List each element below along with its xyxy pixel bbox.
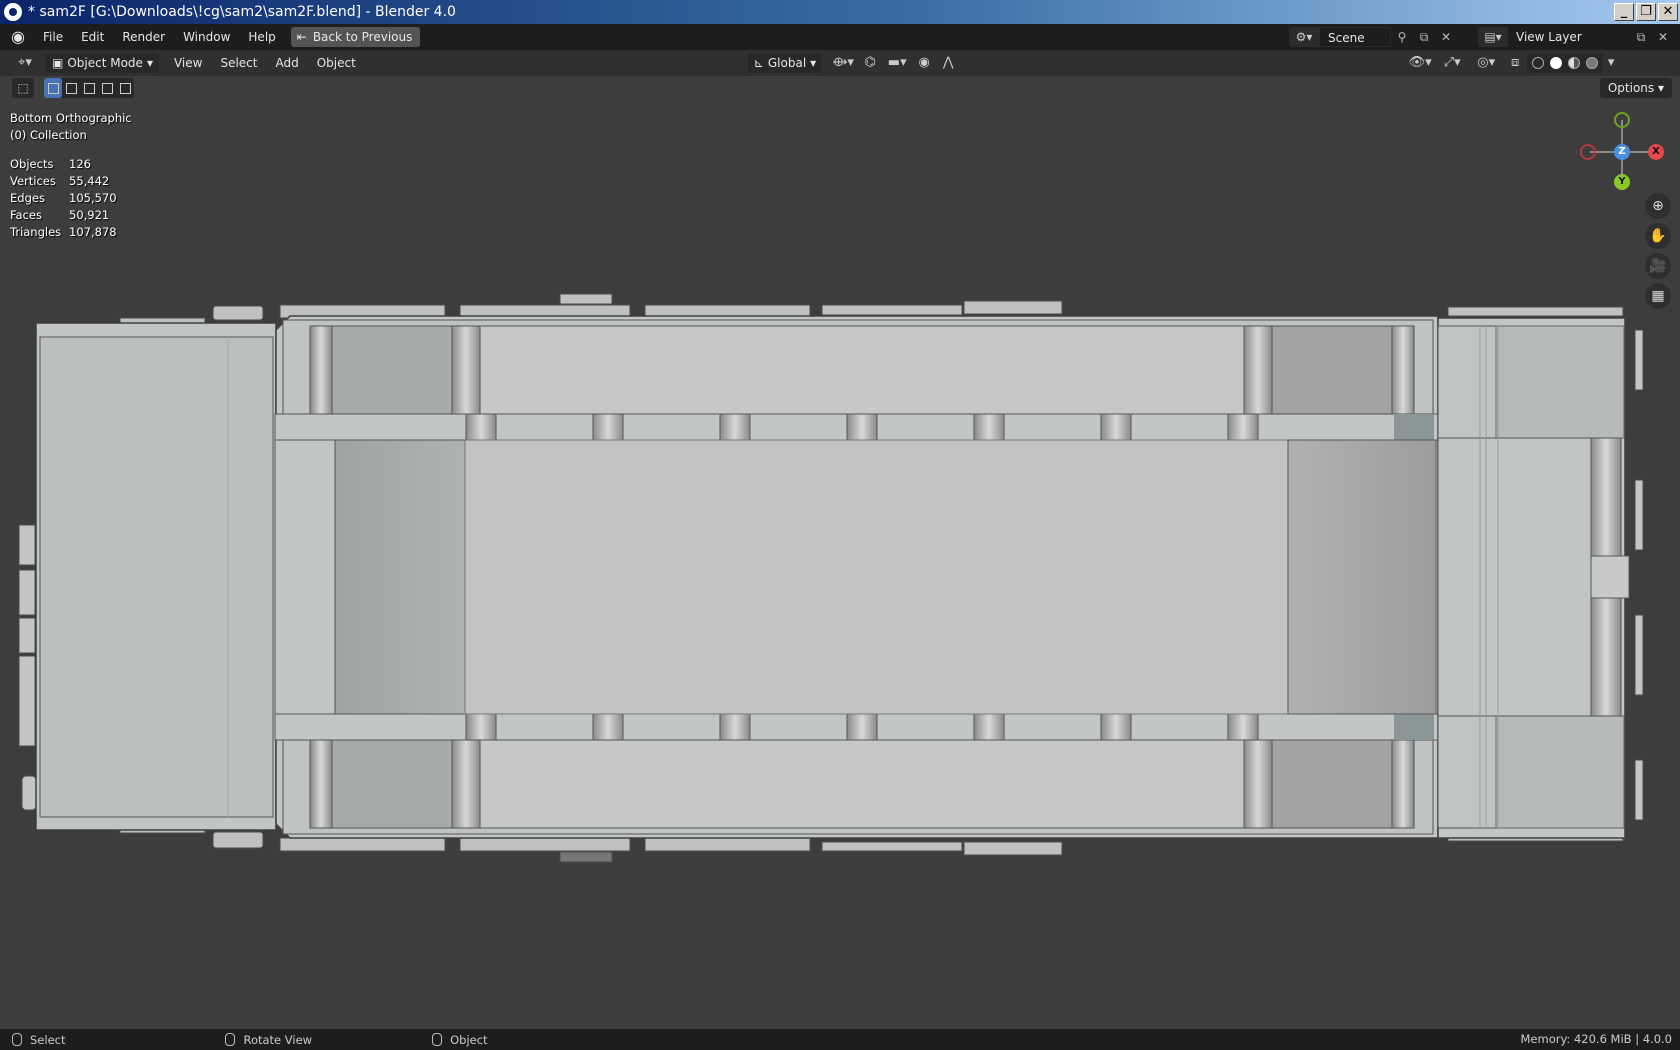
orientation-axes-icon: ⊾ (753, 56, 764, 70)
menu-help[interactable]: Help (239, 24, 284, 50)
view-layer-selector: ▤▾ View Layer ⧉ ✕ (1478, 27, 1674, 47)
back-arrow-icon: ⇤ (296, 30, 307, 44)
stat-row: Objects 126 (10, 156, 117, 173)
camera-view-icon[interactable]: 🎥 (1645, 253, 1671, 279)
snap-toggle-icon[interactable]: ⌬ (858, 53, 882, 73)
new-view-layer-icon[interactable]: ⧉ (1630, 27, 1652, 47)
shading-modes (1527, 53, 1604, 73)
viewport-overlay-info: Bottom Orthographic (0) Collection (10, 110, 132, 144)
falloff-icon[interactable]: ⋀ (936, 53, 960, 73)
delete-scene-icon[interactable]: ✕ (1435, 27, 1457, 47)
gizmo-toggle-icon[interactable]: ⤢▾ (1435, 53, 1469, 73)
visibility-icon[interactable]: 👁▾ (1405, 53, 1435, 73)
toggle-perspective-icon[interactable]: ▦ (1645, 283, 1671, 309)
viewport-menu-add[interactable]: Add (266, 56, 307, 70)
view-layer-name-field[interactable]: View Layer (1508, 27, 1630, 47)
stat-value: 50,921 (69, 208, 110, 222)
gizmo-x-negative[interactable] (1580, 144, 1596, 160)
orientation-label: Global (767, 56, 807, 70)
collection-name: (0) Collection (10, 128, 87, 142)
stat-value: 107,878 (69, 225, 117, 239)
pivot-point-icon[interactable]: ⟴▾ (828, 53, 858, 73)
pin-icon[interactable]: ⚲ (1391, 27, 1413, 47)
gizmo-y-positive[interactable]: Y (1614, 174, 1630, 190)
view-layer-browse-icon[interactable]: ▤▾ (1478, 27, 1508, 47)
menu-file[interactable]: File (34, 24, 72, 50)
status-object-label: Object (450, 1032, 488, 1047)
stat-value: 55,442 (69, 174, 110, 188)
mouse-middle-icon (225, 1033, 236, 1046)
zoom-icon[interactable]: ⊕ (1645, 193, 1671, 219)
blender-menu-icon[interactable]: ◉ (8, 27, 28, 47)
back-to-previous-button[interactable]: ⇤ Back to Previous (290, 27, 421, 47)
mouse-left-icon (12, 1033, 22, 1046)
solid-shading-icon[interactable] (1547, 53, 1565, 73)
viewport-menu-view[interactable]: View (165, 56, 211, 70)
gizmo-y-negative[interactable] (1614, 112, 1630, 128)
stat-label: Edges (10, 191, 45, 205)
status-select-label: Select (30, 1032, 66, 1047)
editor-type-icon[interactable]: ⌖▾ (10, 53, 40, 73)
viewport-header: ⌖▾ ▣ Object Mode ▾ View Select Add Objec… (0, 50, 1680, 76)
stat-value: 105,570 (69, 191, 117, 205)
blender-logo-icon (4, 3, 22, 21)
viewport-menu-object[interactable]: Object (308, 56, 365, 70)
delete-view-layer-icon[interactable]: ✕ (1652, 27, 1674, 47)
scene-name-field[interactable]: Scene (1319, 27, 1391, 47)
viewport-menu-select[interactable]: Select (211, 56, 266, 70)
proportional-edit-icon[interactable]: ◉ (912, 53, 936, 73)
material-shading-icon[interactable] (1565, 53, 1583, 73)
gizmo-z-positive[interactable]: Z (1614, 144, 1630, 160)
status-rotate-label: Rotate View (243, 1032, 313, 1047)
gizmo-x-positive[interactable]: X (1648, 144, 1664, 160)
close-button[interactable]: ✕ (1658, 3, 1678, 21)
scene-browse-icon[interactable]: ⚙▾ (1289, 27, 1319, 47)
chevron-down-icon: ▾ (146, 56, 153, 70)
mouse-right-icon (432, 1033, 443, 1046)
status-select: Select (12, 1033, 65, 1047)
window-title: * sam2F [G:\Downloads\!cg\sam2\sam2F.ble… (28, 4, 456, 20)
status-object: Object (432, 1032, 488, 1047)
new-scene-icon[interactable]: ⧉ (1413, 27, 1435, 47)
overlay-toggle-icon[interactable]: ◎▾ (1469, 53, 1503, 73)
rendered-shading-icon[interactable] (1583, 53, 1601, 73)
vehicle-model[interactable] (18, 293, 1644, 863)
menu-window[interactable]: Window (174, 24, 239, 50)
view-name: Bottom Orthographic (10, 111, 132, 125)
menu-render[interactable]: Render (113, 24, 174, 50)
pan-hand-icon[interactable]: ✋ (1645, 223, 1671, 249)
stat-label: Objects (10, 157, 54, 171)
minimize-button[interactable]: _ (1614, 3, 1634, 21)
top-menubar: ◉ File Edit Render Window Help ⇤ Back to… (0, 24, 1680, 50)
wireframe-shading-icon[interactable] (1529, 53, 1547, 73)
stat-label: Vertices (10, 174, 56, 188)
object-mode-icon: ▣ (52, 56, 64, 70)
stat-row: Faces 50,921 (10, 207, 117, 224)
mode-label: Object Mode (67, 56, 143, 70)
snap-target-icon[interactable]: ▬▾ (882, 53, 912, 73)
xray-toggle-icon[interactable]: ⧈ (1503, 53, 1527, 73)
status-bar: Select Rotate View Object Memory: 420.6 … (0, 1029, 1680, 1050)
stat-value: 126 (69, 157, 91, 171)
window-controls: _ ❐ ✕ (1614, 3, 1678, 21)
window-titlebar: * sam2F [G:\Downloads\!cg\sam2\sam2F.ble… (0, 0, 1680, 24)
restore-button[interactable]: ❐ (1636, 3, 1656, 21)
status-rotate: Rotate View (225, 1033, 312, 1047)
transform-orientation-dropdown[interactable]: ⊾ Global ▾ (747, 53, 823, 73)
stat-label: Faces (10, 208, 42, 222)
scene-selector: ⚙▾ Scene ⚲ ⧉ ✕ (1289, 27, 1457, 47)
shading-options-icon[interactable]: ▾ (1603, 53, 1619, 73)
menu-edit[interactable]: Edit (72, 24, 113, 50)
stat-row: Triangles 107,878 (10, 224, 117, 241)
mode-dropdown[interactable]: ▣ Object Mode ▾ (46, 53, 159, 73)
memory-usage: Memory: 420.6 MiB | 4.0.0 (1520, 1032, 1673, 1046)
scene-statistics: Objects 126 Vertices 55,442 Edges 105,570 F… (10, 156, 117, 241)
navigation-gizmo[interactable]: X Y Z (1580, 112, 1664, 192)
stat-row: Vertices 55,442 (10, 173, 117, 190)
viewport-canvas[interactable] (0, 76, 1680, 1029)
stat-row: Edges 105,570 (10, 190, 117, 207)
stat-label: Triangles (10, 225, 62, 239)
chevron-down-icon: ▾ (810, 56, 817, 70)
back-to-previous-label: Back to Previous (312, 30, 413, 44)
